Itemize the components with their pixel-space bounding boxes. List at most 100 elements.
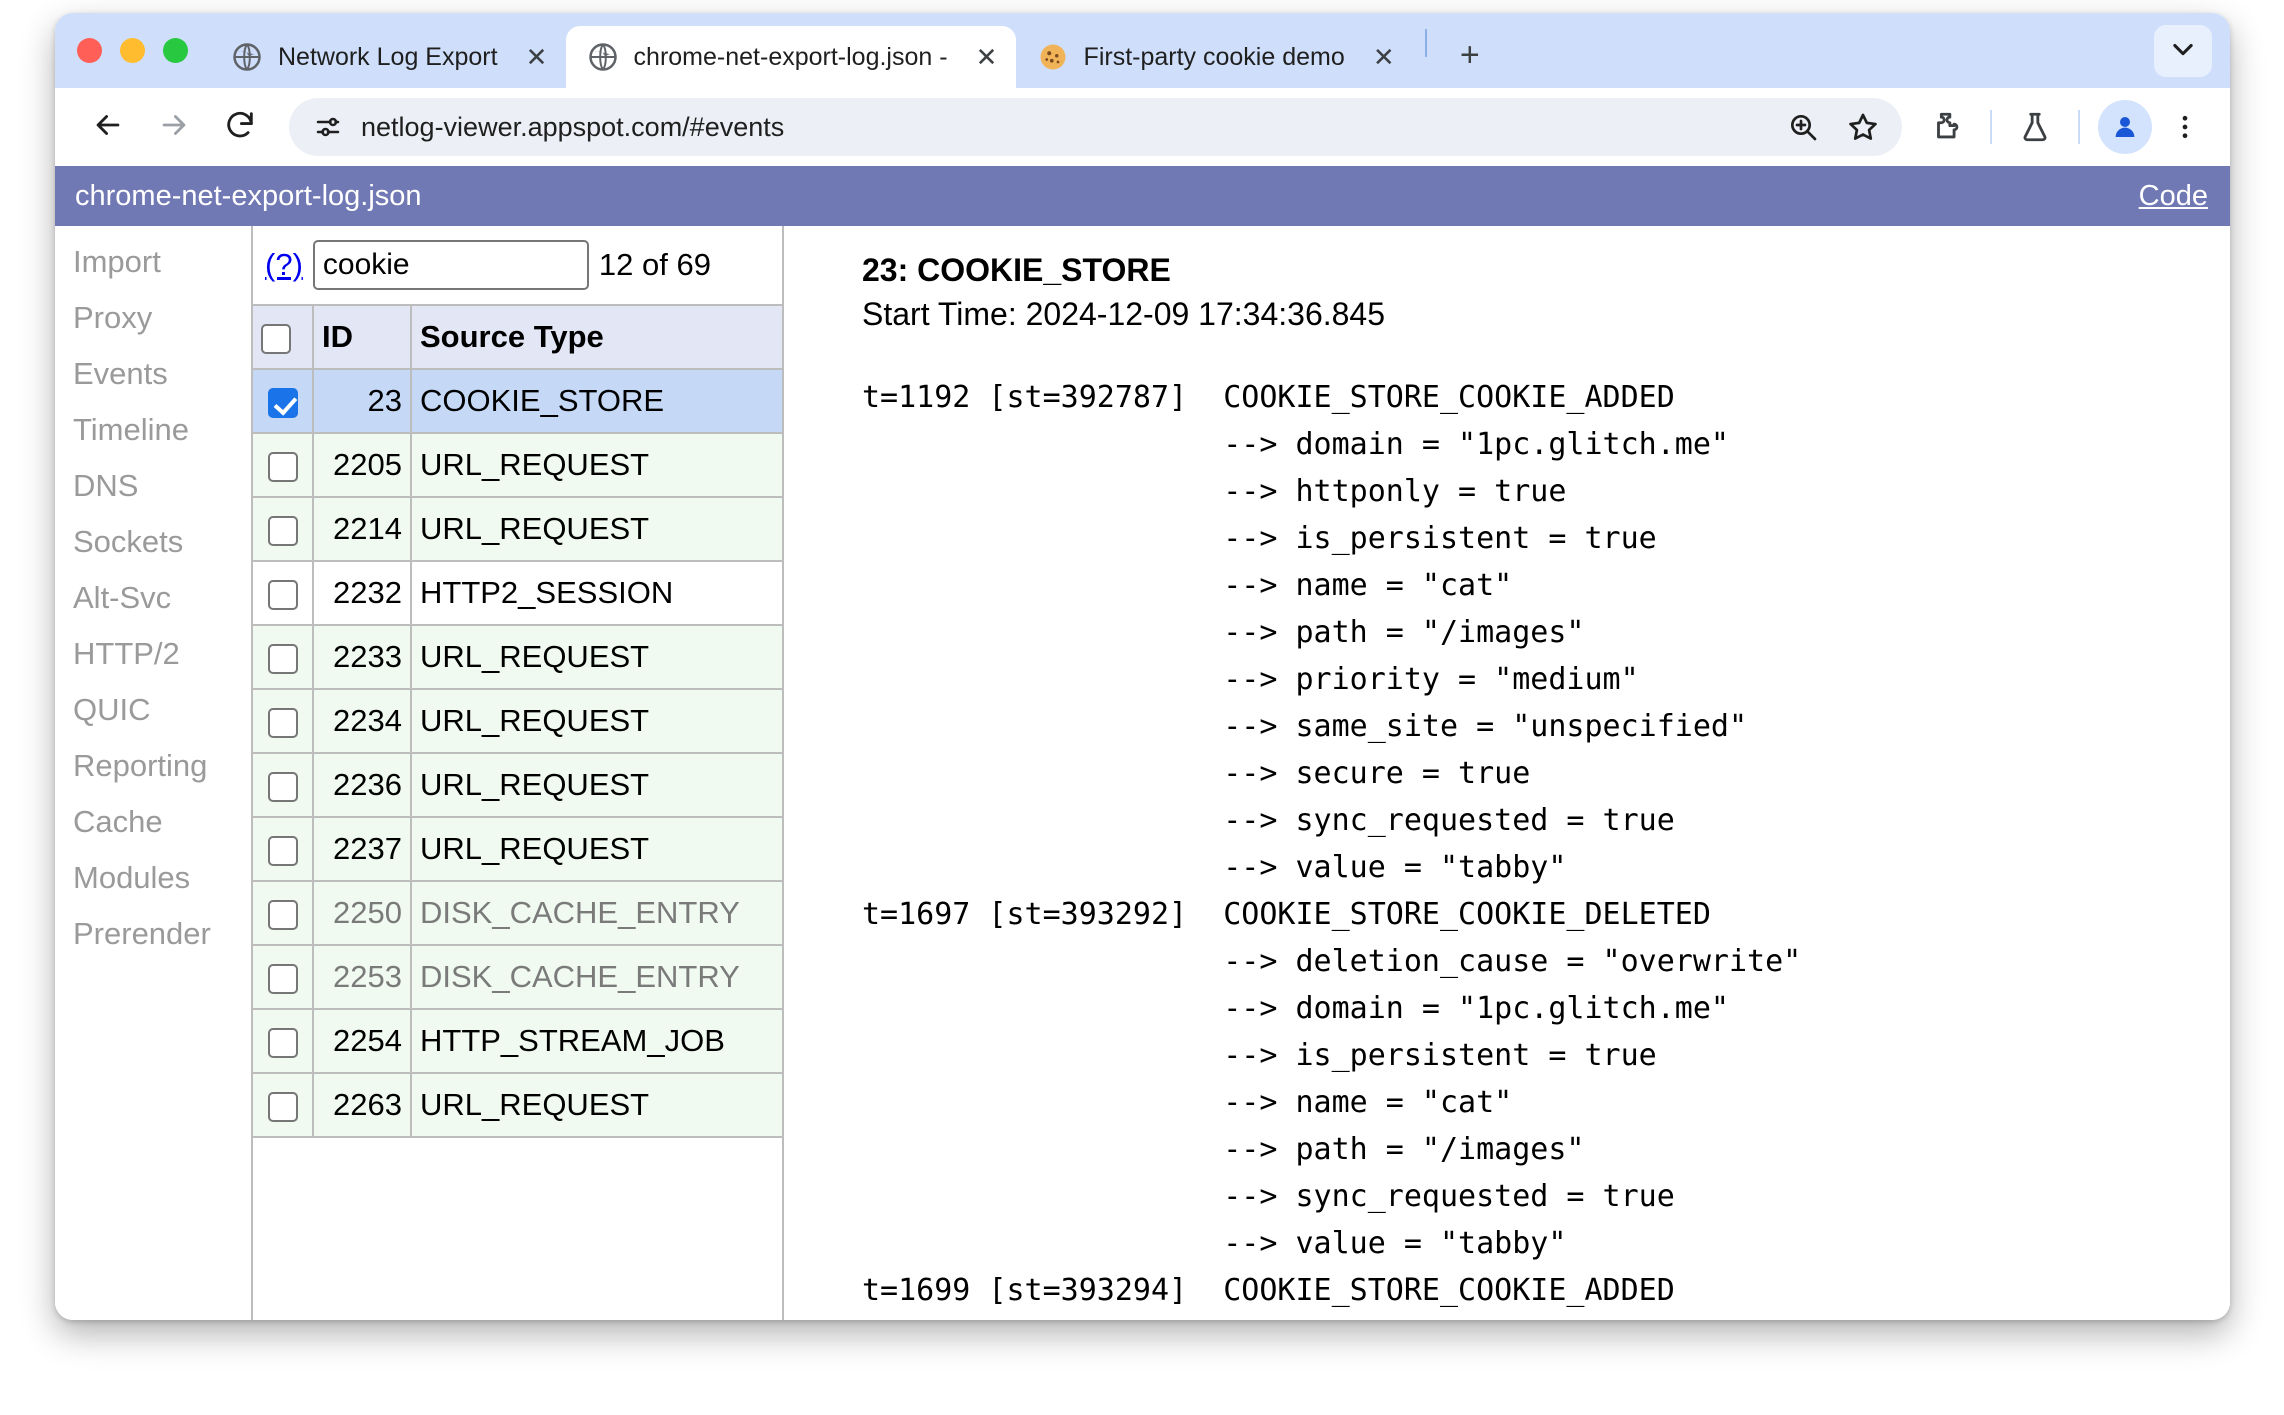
column-header-id[interactable]: ID xyxy=(313,304,412,370)
reload-button[interactable] xyxy=(209,96,271,158)
code-link[interactable]: Code xyxy=(2139,180,2208,213)
sidebar-item-proxy[interactable]: Proxy xyxy=(73,290,251,346)
tab-network-log-export[interactable]: Network Log Export ✕ xyxy=(210,26,566,88)
chevron-down-icon xyxy=(2169,35,2197,68)
select-all-header[interactable] xyxy=(253,304,314,370)
table-row[interactable]: 2250 DISK_CACHE_ENTRY xyxy=(253,880,782,946)
tab-chrome-net-export-log[interactable]: chrome-net-export-log.json - ✕ xyxy=(565,26,1016,88)
row-source-type: URL_REQUEST xyxy=(411,496,782,562)
column-header-source-type[interactable]: Source Type xyxy=(411,304,782,370)
table-row[interactable]: 2214 URL_REQUEST xyxy=(253,496,782,562)
sidebar-item-http2[interactable]: HTTP/2 xyxy=(73,626,251,682)
row-id: 2232 xyxy=(313,560,412,626)
sidebar-item-events[interactable]: Events xyxy=(73,346,251,402)
row-source-type: DISK_CACHE_ENTRY xyxy=(411,880,782,946)
sidebar-item-reporting[interactable]: Reporting xyxy=(73,738,251,794)
table-row[interactable]: 2234 URL_REQUEST xyxy=(253,688,782,754)
table-row[interactable]: 2236 URL_REQUEST xyxy=(253,752,782,818)
cookie-icon xyxy=(1038,42,1068,72)
row-source-type: URL_REQUEST xyxy=(411,688,782,754)
row-id: 2237 xyxy=(313,816,412,882)
table-row[interactable]: 2263 URL_REQUEST xyxy=(253,1072,782,1138)
tab-search-button[interactable] xyxy=(2154,25,2212,77)
row-select-cell[interactable] xyxy=(253,752,314,818)
row-select-cell[interactable] xyxy=(253,816,314,882)
bookmark-star-icon[interactable] xyxy=(1834,98,1892,156)
row-id: 2250 xyxy=(313,880,412,946)
close-icon[interactable]: ✕ xyxy=(520,40,554,74)
tab-first-party-cookie-demo[interactable]: First-party cookie demo ✕ xyxy=(1016,26,1413,88)
table-row[interactable]: 2232 HTTP2_SESSION xyxy=(253,560,782,626)
row-checkbox[interactable] xyxy=(267,707,298,738)
tab-divider xyxy=(1424,28,1427,57)
filter-help-link[interactable]: (?) xyxy=(265,247,303,283)
row-select-cell[interactable] xyxy=(253,688,314,754)
close-window-button[interactable] xyxy=(77,38,102,63)
sidebar-item-timeline[interactable]: Timeline xyxy=(73,402,251,458)
table-row[interactable]: 2254 HTTP_STREAM_JOB xyxy=(253,1008,782,1074)
row-checkbox[interactable] xyxy=(267,771,298,802)
close-icon[interactable]: ✕ xyxy=(970,40,1004,74)
zoom-in-icon[interactable] xyxy=(1774,98,1832,156)
match-count-label: 12 of 69 xyxy=(598,247,711,282)
row-checkbox[interactable] xyxy=(267,579,298,610)
tab-title: First-party cookie demo xyxy=(1083,42,1345,71)
row-select-cell[interactable] xyxy=(253,432,314,498)
arrow-right-icon xyxy=(157,108,191,147)
new-tab-button[interactable]: + xyxy=(1445,30,1495,80)
table-row[interactable]: 2237 URL_REQUEST xyxy=(253,816,782,882)
row-checkbox[interactable] xyxy=(267,1091,298,1122)
maximize-window-button[interactable] xyxy=(163,38,188,63)
row-checkbox[interactable] xyxy=(267,387,298,418)
row-source-type: DISK_CACHE_ENTRY xyxy=(411,944,782,1010)
back-button[interactable] xyxy=(77,96,139,158)
row-checkbox[interactable] xyxy=(267,515,298,546)
row-select-cell[interactable] xyxy=(253,368,314,434)
row-select-cell[interactable] xyxy=(253,1008,314,1074)
sidebar: Import Proxy Events Timeline DNS Sockets… xyxy=(55,226,251,1320)
browser-window: Network Log Export ✕ chrome-net-export-l… xyxy=(55,13,2230,1320)
minimize-window-button[interactable] xyxy=(120,38,145,63)
forward-button[interactable] xyxy=(143,96,205,158)
sidebar-item-cache[interactable]: Cache xyxy=(73,794,251,850)
close-icon[interactable]: ✕ xyxy=(1367,40,1401,74)
row-checkbox[interactable] xyxy=(267,643,298,674)
sidebar-item-prerender[interactable]: Prerender xyxy=(73,906,251,962)
row-select-cell[interactable] xyxy=(253,560,314,626)
row-checkbox[interactable] xyxy=(267,835,298,866)
row-checkbox[interactable] xyxy=(267,963,298,994)
table-row[interactable]: 2253 DISK_CACHE_ENTRY xyxy=(253,944,782,1010)
labs-flask-icon[interactable] xyxy=(2006,98,2064,156)
row-source-type: URL_REQUEST xyxy=(411,752,782,818)
row-id: 2263 xyxy=(313,1072,412,1138)
row-select-cell[interactable] xyxy=(253,496,314,562)
row-checkbox[interactable] xyxy=(267,451,298,482)
sidebar-item-alt-svc[interactable]: Alt-Svc xyxy=(73,570,251,626)
sidebar-item-sockets[interactable]: Sockets xyxy=(73,514,251,570)
tab-strip: Network Log Export ✕ chrome-net-export-l… xyxy=(55,13,2230,88)
row-checkbox[interactable] xyxy=(267,1027,298,1058)
row-select-cell[interactable] xyxy=(253,1072,314,1138)
row-select-cell[interactable] xyxy=(253,880,314,946)
sidebar-item-modules[interactable]: Modules xyxy=(73,850,251,906)
profile-avatar[interactable] xyxy=(2098,100,2152,154)
row-checkbox[interactable] xyxy=(267,899,298,930)
url-text[interactable]: netlog-viewer.appspot.com/#events xyxy=(351,112,1774,143)
extensions-icon[interactable] xyxy=(1918,98,1976,156)
row-id: 2214 xyxy=(313,496,412,562)
row-select-cell[interactable] xyxy=(253,624,314,690)
sidebar-item-import[interactable]: Import xyxy=(73,234,251,290)
row-id: 2233 xyxy=(313,624,412,690)
row-select-cell[interactable] xyxy=(253,944,314,1010)
table-row[interactable]: 2233 URL_REQUEST xyxy=(253,624,782,690)
site-settings-icon[interactable] xyxy=(305,104,351,150)
row-id: 2253 xyxy=(313,944,412,1010)
search-input[interactable] xyxy=(312,240,589,290)
address-bar[interactable]: netlog-viewer.appspot.com/#events xyxy=(289,98,1902,156)
browser-menu-button[interactable] xyxy=(2156,98,2214,156)
table-row[interactable]: 23 COOKIE_STORE xyxy=(253,368,782,434)
sidebar-item-quic[interactable]: QUIC xyxy=(73,682,251,738)
sidebar-item-dns[interactable]: DNS xyxy=(73,458,251,514)
select-all-checkbox[interactable] xyxy=(261,323,291,354)
table-row[interactable]: 2205 URL_REQUEST xyxy=(253,432,782,498)
